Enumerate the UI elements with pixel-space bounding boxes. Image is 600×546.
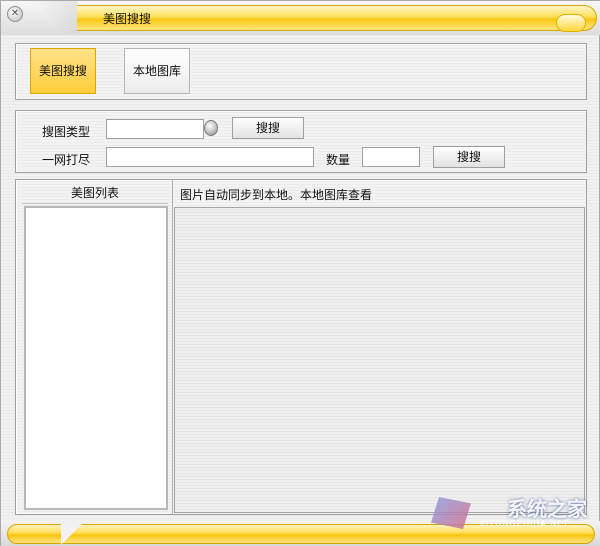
count-label: 数量 [326,153,351,167]
tab-group: 美图搜搜 本地图库 [15,43,587,100]
tab-meitu-sousou[interactable]: 美图搜搜 [30,48,96,94]
dropdown-icon[interactable] [202,120,222,136]
watermark-brand: 系统之家 [507,497,587,521]
window-title: 美图搜搜 [103,12,152,26]
count-input[interactable] [362,147,420,167]
app-window: ✕ 美图搜搜 美图搜搜 本地图库 搜图类型 搜搜 一网打尽 数量 搜搜 美图列表… [0,0,600,546]
tab-local-gallery[interactable]: 本地图库 [124,48,190,94]
close-icon[interactable]: ✕ [7,6,23,22]
sync-info-text: 图片自动同步到本地。本地图库查看 [180,188,373,202]
image-preview-area[interactable] [174,207,585,513]
search-panel: 搜图类型 搜搜 一网打尽 数量 搜搜 [15,110,587,173]
panel-divider [172,180,173,514]
status-notch [61,524,83,544]
image-type-label: 搜图类型 [42,125,91,139]
title-bar-notch [37,1,77,33]
title-pill-end [556,14,586,32]
image-type-combobox[interactable] [106,119,204,139]
keyword-label: 一网打尽 [42,153,91,167]
image-list[interactable] [24,206,168,510]
keyword-input[interactable] [106,147,314,167]
watermark-url: XITONGZHIJIA.NET [479,519,569,528]
image-list-title: 美图列表 [22,182,168,204]
type-search-button[interactable]: 搜搜 [232,117,304,139]
title-bar[interactable]: ✕ 美图搜搜 [1,1,600,35]
main-panel: 美图列表 图片自动同步到本地。本地图库查看 [15,179,587,515]
keyword-search-button[interactable]: 搜搜 [433,146,505,168]
